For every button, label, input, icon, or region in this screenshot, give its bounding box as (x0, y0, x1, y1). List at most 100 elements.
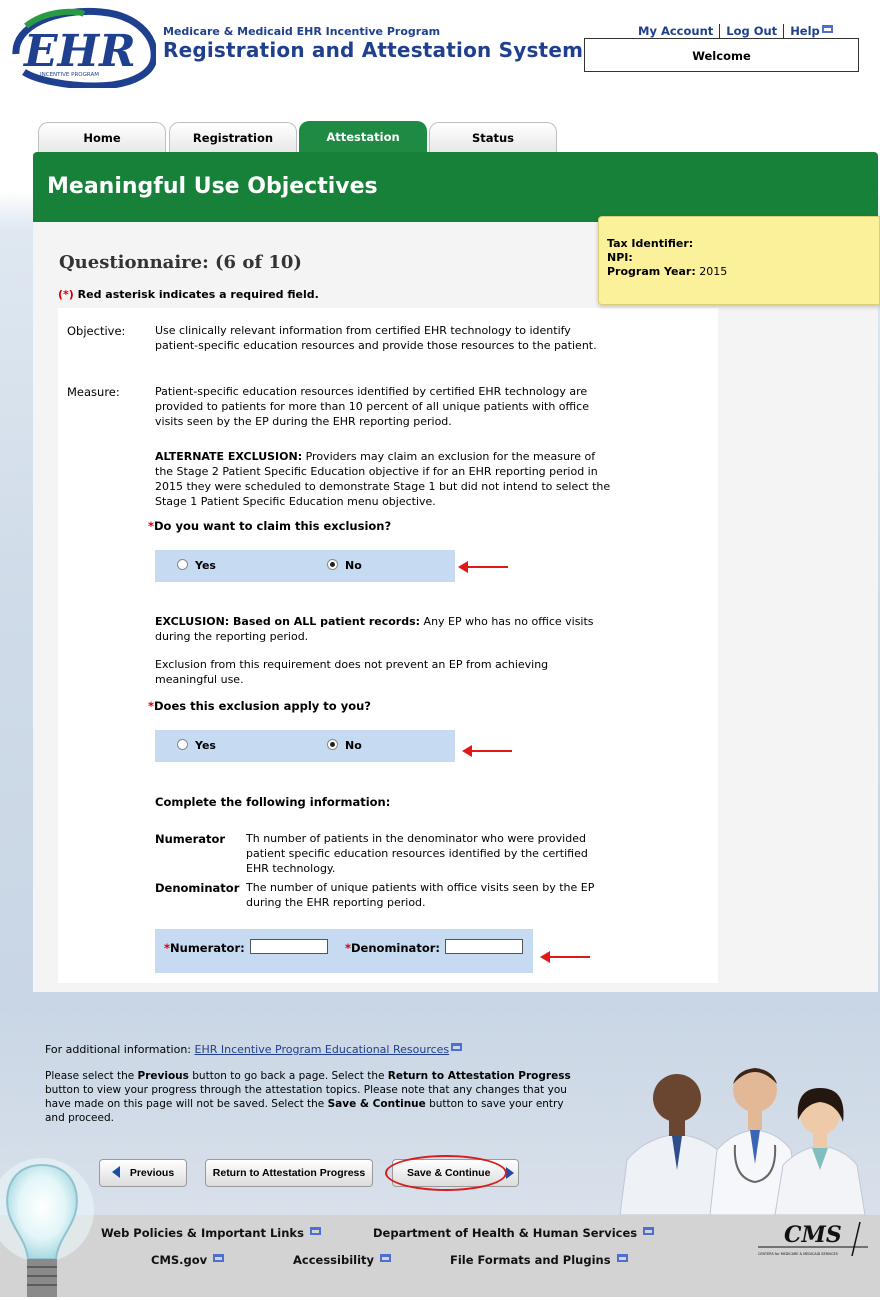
doctors-photo (615, 1060, 880, 1216)
tab-home[interactable]: Home (38, 122, 166, 152)
claim-exclusion-yes[interactable]: Yes (177, 559, 216, 572)
file-formats-label: File Formats and Plugins (450, 1253, 611, 1267)
accessibility-link[interactable]: Accessibility (293, 1253, 392, 1267)
tab-attestation[interactable]: Attestation (299, 121, 427, 153)
numerator-description: Th number of patients in the denominator… (246, 832, 588, 875)
instructions-part: button to go back a page. Select the (188, 1070, 388, 1082)
educational-resources-link[interactable]: EHR Incentive Program Educational Resour… (195, 1043, 450, 1056)
program-year-label: Program Year: (607, 265, 696, 278)
denominator-input[interactable] (445, 939, 523, 954)
top-links: My Account Log Out Help (632, 24, 833, 38)
alternate-exclusion-text: ALTERNATE EXCLUSION: Providers may claim… (155, 449, 611, 509)
red-arrow-icon (458, 561, 508, 573)
welcome-box: Welcome (584, 38, 859, 72)
numerator-field-text: Numerator: (170, 941, 245, 955)
exclusion-apply-yes[interactable]: Yes (177, 739, 216, 752)
help-link[interactable]: Help (784, 24, 833, 38)
instructions-part: Please select the (45, 1070, 138, 1082)
tab-status[interactable]: Status (429, 122, 557, 152)
web-policies-label: Web Policies & Important Links (101, 1226, 304, 1240)
denominator-label: Denominator (155, 881, 240, 895)
claim-exclusion-no[interactable]: No (327, 559, 362, 572)
external-link-icon (616, 1254, 628, 1262)
external-link-icon (309, 1227, 321, 1235)
numerator-input[interactable] (250, 939, 328, 954)
svg-text:CMS: CMS (784, 1222, 842, 1248)
yes-label: Yes (195, 559, 216, 572)
help-label: Help (790, 24, 820, 38)
instructions-bold: Save & Continue (327, 1098, 426, 1110)
instructions-bold: Return to Attestation Progress (387, 1070, 571, 1082)
program-subtitle: Medicare & Medicaid EHR Incentive Progra… (163, 25, 441, 38)
npi-label: NPI: (607, 251, 633, 264)
additional-info-prefix: For additional information: (45, 1043, 195, 1056)
previous-button[interactable]: Previous (99, 1159, 187, 1187)
yes-label: Yes (195, 739, 216, 752)
previous-label: Previous (129, 1167, 175, 1179)
exclusion-text: EXCLUSION: Based on ALL patient records:… (155, 614, 595, 644)
cms-gov-link[interactable]: CMS.gov (151, 1253, 225, 1267)
required-prefix: (*) (58, 288, 74, 301)
question-text: Does this exclusion apply to you? (154, 699, 371, 713)
program-title: Registration and Attestation System (163, 38, 584, 62)
external-link-icon (380, 1254, 392, 1262)
svg-text:EHR: EHR (22, 26, 136, 77)
hhs-label: Department of Health & Human Services (373, 1226, 638, 1240)
external-link-icon (821, 25, 833, 33)
svg-text:INCENTIVE PROGRAM: INCENTIVE PROGRAM (40, 72, 99, 78)
denominator-field-label: *Denominator: (345, 941, 440, 955)
measure-label: Measure: (67, 385, 120, 399)
cms-gov-label: CMS.gov (151, 1253, 208, 1267)
log-out-link[interactable]: Log Out (720, 24, 783, 38)
external-link-icon (643, 1227, 655, 1235)
arrow-right-icon (506, 1167, 514, 1179)
radio-yes-icon[interactable] (177, 559, 188, 570)
file-formats-link[interactable]: File Formats and Plugins (450, 1253, 628, 1267)
question-text: Do you want to claim this exclusion? (154, 519, 392, 533)
radio-yes-icon[interactable] (177, 739, 188, 750)
exclusion-apply-radio-group: Yes No (155, 730, 455, 762)
highlight-circle (385, 1155, 507, 1191)
measure-text: Patient-specific education resources ide… (155, 385, 589, 428)
return-to-attestation-progress-button[interactable]: Return to Attestation Progress (205, 1159, 373, 1187)
provider-info-box: Tax Identifier: NPI: Program Year: 2015 (598, 216, 880, 305)
red-arrow-icon (540, 951, 590, 963)
red-arrow-icon (462, 745, 512, 757)
required-text: Red asterisk indicates a required field. (73, 288, 319, 301)
instructions-text: Please select the Previous button to go … (45, 1069, 585, 1125)
radio-no-selected-icon[interactable] (327, 739, 338, 750)
my-account-link[interactable]: My Account (632, 24, 719, 38)
instructions-bold: Previous (137, 1070, 189, 1082)
educational-resources-label: EHR Incentive Program Educational Resour… (194, 1043, 450, 1056)
ehr-logo: EHR INCENTIVE PROGRAM (6, 6, 158, 90)
page-title: Meaningful Use Objectives (47, 174, 378, 199)
denominator-field-text: Denominator: (351, 941, 440, 955)
arrow-left-icon (111, 1166, 120, 1178)
tax-identifier-label: Tax Identifier: (607, 237, 694, 250)
numerator-field-label: *Numerator: (164, 941, 245, 955)
hhs-link[interactable]: Department of Health & Human Services (373, 1226, 655, 1240)
denominator-description: The number of unique patients with offic… (246, 881, 595, 909)
exclusion-note: Exclusion from this requirement does not… (155, 658, 549, 686)
exclusion-apply-no[interactable]: No (327, 739, 362, 752)
external-link-icon (451, 1043, 463, 1051)
objective-text: Use clinically relevant information from… (155, 324, 597, 352)
tab-registration[interactable]: Registration (169, 122, 297, 152)
cms-logo: CMS CENTERS for MEDICARE & MEDICAID SERV… (756, 1220, 874, 1260)
external-link-icon (213, 1254, 225, 1262)
complete-info-heading: Complete the following information: (155, 795, 391, 809)
radio-no-selected-icon[interactable] (327, 559, 338, 570)
alternate-exclusion-label: ALTERNATE EXCLUSION: (155, 450, 303, 463)
no-label: No (345, 739, 362, 752)
claim-exclusion-question: *Do you want to claim this exclusion? (148, 519, 391, 533)
lightbulb-icon (0, 1155, 95, 1297)
numerator-denominator-band: *Numerator: *Denominator: (155, 929, 533, 973)
svg-text:CENTERS for MEDICARE & MEDICAI: CENTERS for MEDICARE & MEDICAID SERVICES (758, 1252, 838, 1256)
no-label: No (345, 559, 362, 572)
web-policies-link[interactable]: Web Policies & Important Links (101, 1226, 321, 1240)
exclusion-apply-question: *Does this exclusion apply to you? (148, 699, 371, 713)
required-note: (*) Red asterisk indicates a required fi… (58, 288, 319, 301)
exclusion-label: EXCLUSION: Based on ALL patient records: (155, 615, 421, 628)
program-year-value: 2015 (699, 265, 728, 278)
accessibility-label: Accessibility (293, 1253, 375, 1267)
